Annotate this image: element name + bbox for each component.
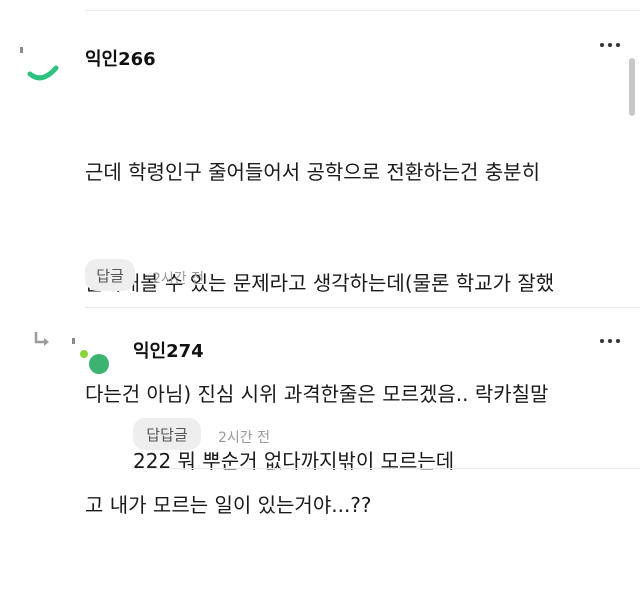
avatar bbox=[72, 338, 109, 374]
comment-author[interactable]: 익인274 bbox=[133, 337, 204, 363]
comment-time: 2시간 전 bbox=[152, 271, 204, 287]
reply-button[interactable]: 답글 bbox=[85, 259, 135, 291]
bottom-divider bbox=[133, 468, 640, 469]
comment-time: 2시간 전 bbox=[218, 430, 270, 446]
avatar bbox=[20, 47, 59, 81]
more-options-icon[interactable] bbox=[600, 336, 626, 346]
top-divider bbox=[85, 10, 640, 11]
comment-divider bbox=[85, 307, 640, 308]
comment-author[interactable]: 익인266 bbox=[85, 45, 156, 71]
reply-button[interactable]: 답답글 bbox=[133, 418, 201, 450]
reply-arrow-icon bbox=[34, 332, 49, 346]
comment-line: 근데 학령인구 줄어들어서 공학으로 전환하는건 충분히 bbox=[85, 160, 540, 184]
scrollbar[interactable] bbox=[629, 58, 635, 116]
more-options-icon[interactable] bbox=[600, 40, 626, 50]
comment-body: 222 뭐 뿌순거 없다까지밖이 모르는데 bbox=[133, 369, 454, 554]
